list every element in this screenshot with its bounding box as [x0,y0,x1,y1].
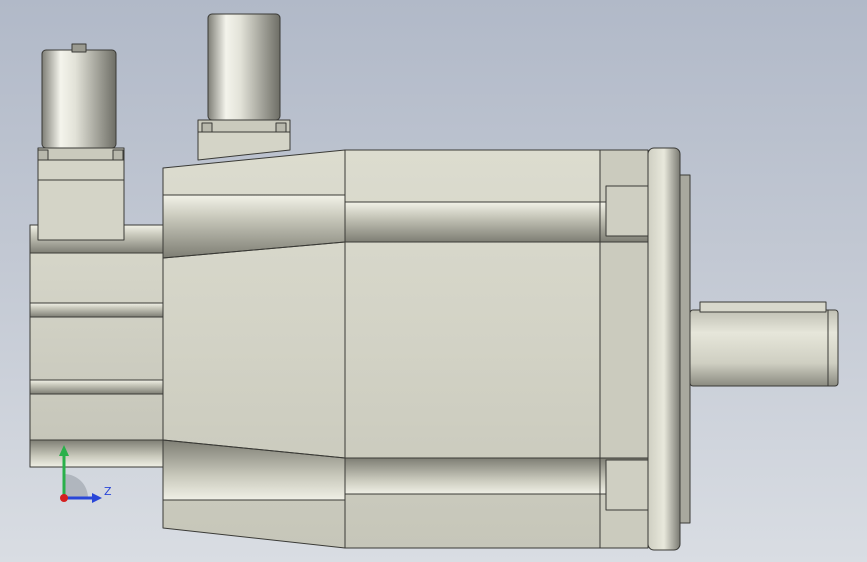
servo-motor-model[interactable] [0,0,867,562]
triad-origin [60,494,68,502]
encoder-housing [29,224,167,468]
output-shaft [689,301,839,387]
front-flange [647,147,691,551]
y-axis-arrow [59,445,69,456]
coordinate-triad: Z [50,440,120,510]
motor-body [162,149,649,549]
z-axis-label: Z [104,485,112,498]
triad-plane-arc [64,474,88,498]
power-connector [197,13,291,161]
z-axis-arrow [92,493,102,503]
graphics-viewport[interactable]: Z [0,0,867,562]
encoder-connector [37,43,125,241]
